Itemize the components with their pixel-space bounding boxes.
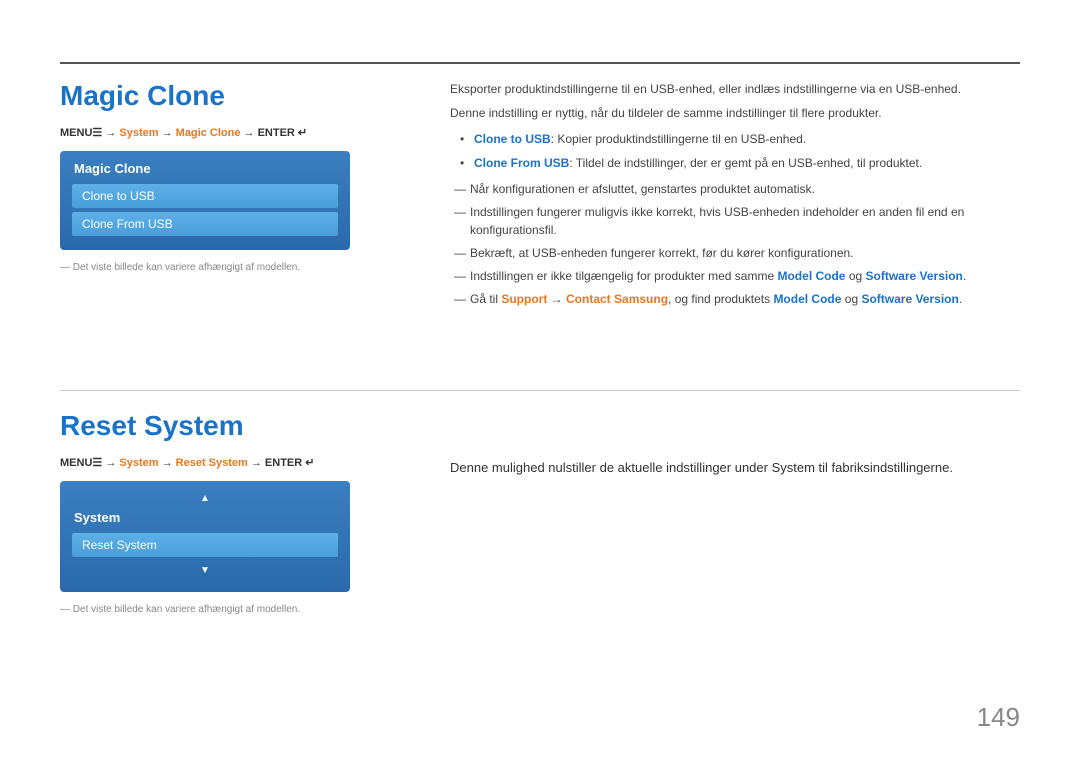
desc-line-1: Eksporter produktindstillingerne til en … [450,80,1020,98]
menu-prefix: MENU [60,127,92,139]
clone-from-usb-text: : Tildel de indstillinger, der er gemt p… [569,156,922,170]
clone-from-usb-item[interactable]: Clone From USB [72,212,338,236]
bullet-clone-from-usb: Clone From USB: Tildel de indstillinger,… [460,154,1020,172]
og-text: og [841,292,861,306]
ui-box-magic-clone-title: Magic Clone [72,161,338,176]
contact-samsung-label: Contact Samsung [566,292,668,306]
reset-desc: Denne mulighed nulstiller de aktuelle in… [450,460,1020,475]
arrow1: → [102,127,119,139]
section-divider [60,390,1020,391]
model-code-label-2: Model Code [773,292,841,306]
extra-note-0: Indstillingen fungerer muligvis ikke kor… [450,203,1020,239]
reset-system-title: Reset System [60,410,420,442]
goto-text: Gå til [470,292,501,306]
sub-dash-0: Når konfigurationen er afsluttet, gensta… [450,180,1020,198]
top-divider [60,62,1020,64]
magic-clone-menu-path: MENU☰ → System → Magic Clone → ENTER ↵ [60,126,420,139]
special-text-before: Indstillingen er ikke tilgængelig for pr… [470,269,777,283]
desc-line-2: Denne indstilling er nyttig, når du tild… [450,104,1020,122]
rs-reset-label: Reset System [176,457,248,469]
find-text: , og find produktets [668,292,773,306]
support-label: Support [501,292,547,306]
menu-icon: ☰ [92,127,102,139]
software-version-label-1: Software Version [866,269,963,283]
scroll-up-arrow[interactable]: ▲ [72,491,338,506]
rs-arrow2: → [159,457,176,469]
rs-menu-icon: ☰ [92,457,102,469]
software-version-label-2: Software Version [861,292,958,306]
extra-note-1: Bekræft, at USB-enheden fungerer korrekt… [450,244,1020,262]
rs-arrow3: → ENTER ↵ [248,457,315,469]
clone-to-usb-item[interactable]: Clone to USB [72,184,338,208]
arrow3: → ENTER ↵ [240,127,307,139]
magic-clone-label: Magic Clone [176,127,241,139]
rs-menu-prefix: MENU [60,457,92,469]
magic-clone-ui-box: Magic Clone Clone to USB Clone From USB [60,151,350,250]
reset-system-item[interactable]: Reset System [72,533,338,557]
extra-note-special2: Gå til Support → Contact Samsung, og fin… [450,290,1020,308]
magic-clone-right-col: Eksporter produktindstillingerne til en … [450,80,1020,313]
scroll-down-arrow[interactable]: ▼ [72,563,338,578]
clone-to-usb-bold: Clone to USB [474,132,551,146]
extra-note-special: Indstillingen er ikke tilgængelig for pr… [450,267,1020,285]
special-text-mid: og [845,269,865,283]
reset-system-menu-path: MENU☰ → System → Reset System → ENTER ↵ [60,456,420,469]
page-number: 149 [977,702,1020,733]
arrow2: → [159,127,176,139]
rs-arrow1: → [102,457,119,469]
period: . [959,292,962,306]
reset-system-right-col: Denne mulighed nulstiller de aktuelle in… [450,460,1020,475]
system-label: System [119,127,158,139]
reset-system-ui-box: ▲ System Reset System ▼ [60,481,350,592]
rs-system-label: System [119,457,158,469]
reset-system-caption: Det viste billede kan variere afhængigt … [60,604,420,615]
magic-clone-bullets: Clone to USB: Kopier produktindstillinge… [460,130,1020,172]
arrow-sep: → [547,292,566,306]
magic-clone-title: Magic Clone [60,80,420,112]
model-code-label-1: Model Code [777,269,845,283]
magic-clone-caption: Det viste billede kan variere afhængigt … [60,262,420,273]
clone-from-usb-bold: Clone From USB [474,156,569,170]
bullet-clone-to-usb: Clone to USB: Kopier produktindstillinge… [460,130,1020,148]
reset-system-left-col: Reset System MENU☰ → System → Reset Syst… [60,410,420,615]
ui-box-system-title: System [72,510,338,525]
clone-to-usb-text: : Kopier produktindstillingerne til en U… [551,132,806,146]
magic-clone-left-col: Magic Clone MENU☰ → System → Magic Clone… [60,80,420,273]
special-text-end: . [963,269,966,283]
